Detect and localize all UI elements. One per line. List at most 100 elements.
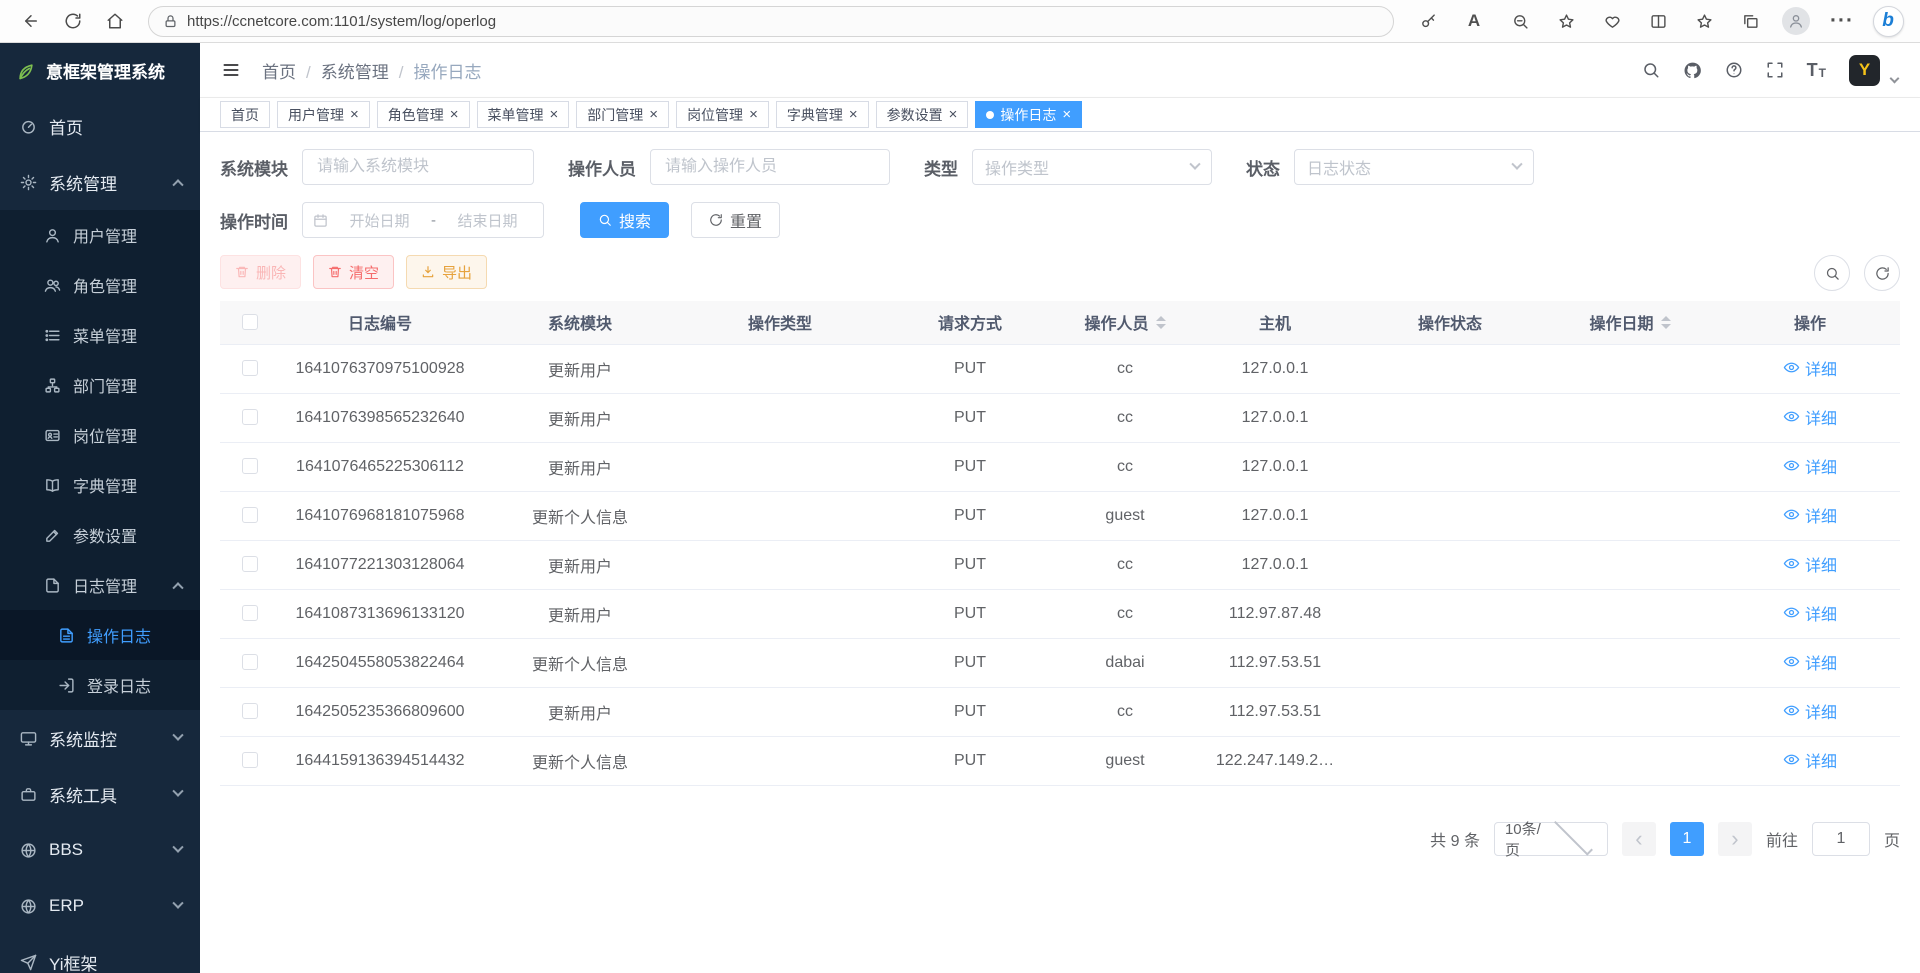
browser-essentials-button[interactable] <box>1592 4 1632 38</box>
detail-link[interactable]: 详细 <box>1783 650 1837 674</box>
tab-menu-mgmt[interactable]: 菜单管理 <box>477 101 570 128</box>
tab-param-settings[interactable]: 参数设置 <box>876 101 969 128</box>
toggle-search-button[interactable] <box>1814 255 1850 291</box>
page-number-1[interactable]: 1 <box>1670 822 1704 856</box>
copilot-button[interactable] <box>1868 4 1908 38</box>
sidebar-item-system-mgmt[interactable]: 系统管理 <box>0 154 200 210</box>
end-date-placeholder[interactable]: 结束日期 <box>442 210 533 231</box>
favorites-add-button[interactable] <box>1546 4 1586 38</box>
close-icon[interactable] <box>350 106 359 123</box>
detail-link[interactable]: 详细 <box>1783 601 1837 625</box>
row-checkbox[interactable] <box>242 458 258 474</box>
collections-button[interactable] <box>1730 4 1770 38</box>
close-icon[interactable] <box>1062 106 1071 123</box>
user-avatar[interactable] <box>1849 55 1880 86</box>
chevron-down-icon[interactable] <box>1890 73 1900 83</box>
module-input[interactable] <box>302 149 534 185</box>
sidebar-item-yi-frame[interactable]: Yi框架 <box>0 934 200 973</box>
tab-dept-mgmt[interactable]: 部门管理 <box>576 101 669 128</box>
type-select[interactable]: 操作类型 <box>972 149 1212 185</box>
zoom-button[interactable] <box>1500 4 1540 38</box>
sidebar-item-system-monitor[interactable]: 系统监控 <box>0 710 200 766</box>
sidebar-item-system-tools[interactable]: 系统工具 <box>0 766 200 822</box>
row-checkbox[interactable] <box>242 507 258 523</box>
start-date-placeholder[interactable]: 开始日期 <box>334 210 425 231</box>
delete-button[interactable]: 删除 <box>220 255 301 289</box>
sidebar-item-log-mgmt[interactable]: 日志管理 <box>0 560 200 610</box>
search-button[interactable]: 搜索 <box>580 202 669 238</box>
close-icon[interactable] <box>749 106 758 123</box>
close-icon[interactable] <box>849 106 858 123</box>
collapse-sidebar-button[interactable] <box>216 55 246 85</box>
next-page-button[interactable] <box>1718 822 1752 856</box>
github-button[interactable] <box>1683 61 1702 80</box>
row-checkbox[interactable] <box>242 752 258 768</box>
sidebar-item-oper-log[interactable]: 操作日志 <box>0 610 200 660</box>
sidebar-item-home[interactable]: 首页 <box>0 98 200 154</box>
sort-carets-icon[interactable] <box>1156 316 1166 329</box>
help-button[interactable] <box>1725 61 1743 79</box>
app-logo[interactable]: 意框架管理系统 <box>0 43 200 98</box>
detail-link[interactable]: 详细 <box>1783 356 1837 380</box>
header-search-button[interactable] <box>1642 61 1660 79</box>
breadcrumb-home[interactable]: 首页 <box>262 58 296 83</box>
row-checkbox[interactable] <box>242 360 258 376</box>
export-button[interactable]: 导出 <box>406 255 487 289</box>
sidebar-item-menu-mgmt[interactable]: 菜单管理 <box>0 310 200 360</box>
reload-button[interactable] <box>54 4 92 38</box>
sidebar-item-erp[interactable]: ERP <box>0 878 200 934</box>
prev-page-button[interactable] <box>1622 822 1656 856</box>
tab-post-mgmt[interactable]: 岗位管理 <box>676 101 769 128</box>
clear-button[interactable]: 清空 <box>313 255 394 289</box>
detail-link[interactable]: 详细 <box>1783 699 1837 723</box>
col-operator[interactable]: 操作人员 <box>1060 301 1190 344</box>
row-checkbox[interactable] <box>242 654 258 670</box>
split-screen-button[interactable] <box>1638 4 1678 38</box>
row-checkbox[interactable] <box>242 556 258 572</box>
close-icon[interactable] <box>949 106 958 123</box>
sidebar-item-dept-mgmt[interactable]: 部门管理 <box>0 360 200 410</box>
tab-home[interactable]: 首页 <box>220 101 270 128</box>
detail-link[interactable]: 详细 <box>1783 503 1837 527</box>
operator-input[interactable] <box>650 149 890 185</box>
favorites-bar-button[interactable] <box>1684 4 1724 38</box>
detail-link[interactable]: 详细 <box>1783 405 1837 429</box>
refresh-table-button[interactable] <box>1864 255 1900 291</box>
sidebar-item-bbs[interactable]: BBS <box>0 822 200 878</box>
sidebar-item-dict-mgmt[interactable]: 字典管理 <box>0 460 200 510</box>
tab-dict-mgmt[interactable]: 字典管理 <box>776 101 869 128</box>
back-button[interactable] <box>12 4 50 38</box>
profile-button[interactable] <box>1776 4 1816 38</box>
read-aloud-button[interactable] <box>1454 4 1494 38</box>
row-checkbox[interactable] <box>242 605 258 621</box>
page-size-select[interactable]: 10条/页 <box>1494 822 1608 856</box>
password-key-button[interactable] <box>1408 4 1448 38</box>
close-icon[interactable] <box>550 106 559 123</box>
sidebar-item-param-settings[interactable]: 参数设置 <box>0 510 200 560</box>
sidebar-item-user-mgmt[interactable]: 用户管理 <box>0 210 200 260</box>
browser-home-button[interactable] <box>96 4 134 38</box>
row-checkbox[interactable] <box>242 409 258 425</box>
close-icon[interactable] <box>450 106 459 123</box>
tab-role-mgmt[interactable]: 角色管理 <box>377 101 470 128</box>
detail-link[interactable]: 详细 <box>1783 748 1837 772</box>
detail-link[interactable]: 详细 <box>1783 552 1837 576</box>
col-date[interactable]: 操作日期 <box>1540 301 1720 344</box>
fullscreen-button[interactable] <box>1766 61 1784 79</box>
address-bar[interactable]: https://ccnetcore.com:1101/system/log/op… <box>148 6 1394 37</box>
close-icon[interactable] <box>649 106 658 123</box>
select-all-checkbox[interactable] <box>242 314 258 330</box>
goto-page-input[interactable] <box>1812 822 1870 856</box>
tab-user-mgmt[interactable]: 用户管理 <box>277 101 370 128</box>
tab-oper-log[interactable]: 操作日志 <box>975 101 1082 128</box>
sidebar-item-role-mgmt[interactable]: 角色管理 <box>0 260 200 310</box>
date-range-picker[interactable]: 开始日期 - 结束日期 <box>302 202 544 238</box>
sidebar-item-login-log[interactable]: 登录日志 <box>0 660 200 710</box>
row-checkbox[interactable] <box>242 703 258 719</box>
font-size-button[interactable]: TT <box>1807 61 1826 79</box>
sidebar-item-post-mgmt[interactable]: 岗位管理 <box>0 410 200 460</box>
more-options-button[interactable] <box>1822 4 1862 38</box>
sort-carets-icon[interactable] <box>1661 316 1671 329</box>
reset-button[interactable]: 重置 <box>691 202 780 238</box>
status-select[interactable]: 日志状态 <box>1294 149 1534 185</box>
